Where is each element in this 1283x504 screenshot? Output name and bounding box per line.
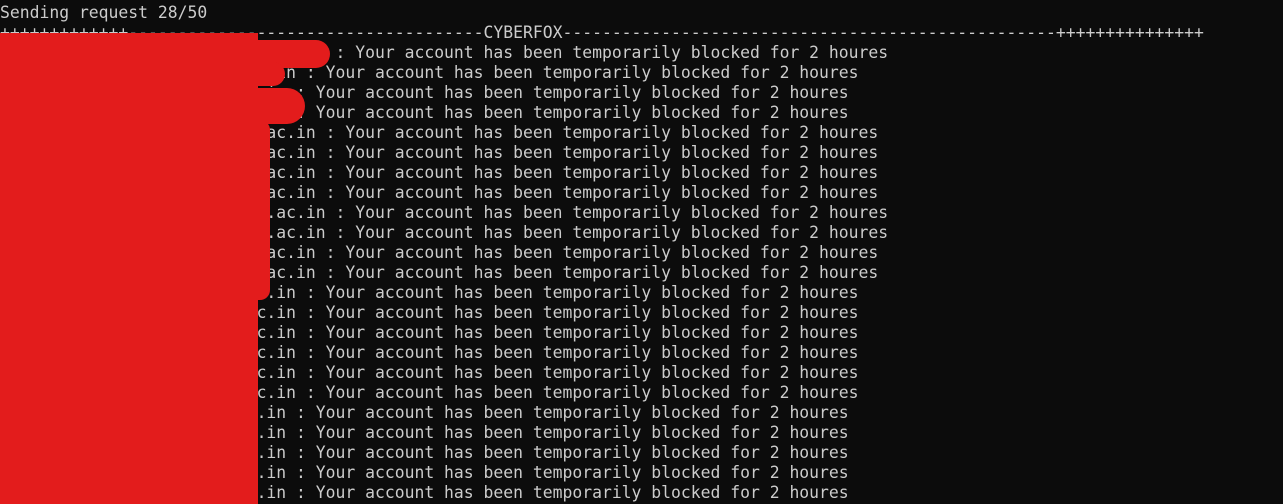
terminal-window[interactable]: ── ── ── ── ── ── ─── ── ── Sending requ… (0, 0, 1283, 504)
redaction-mark (180, 62, 285, 86)
redaction-mark (230, 120, 270, 300)
redaction-mark (200, 88, 305, 124)
status-line: Sending request 28/50 (0, 3, 208, 22)
